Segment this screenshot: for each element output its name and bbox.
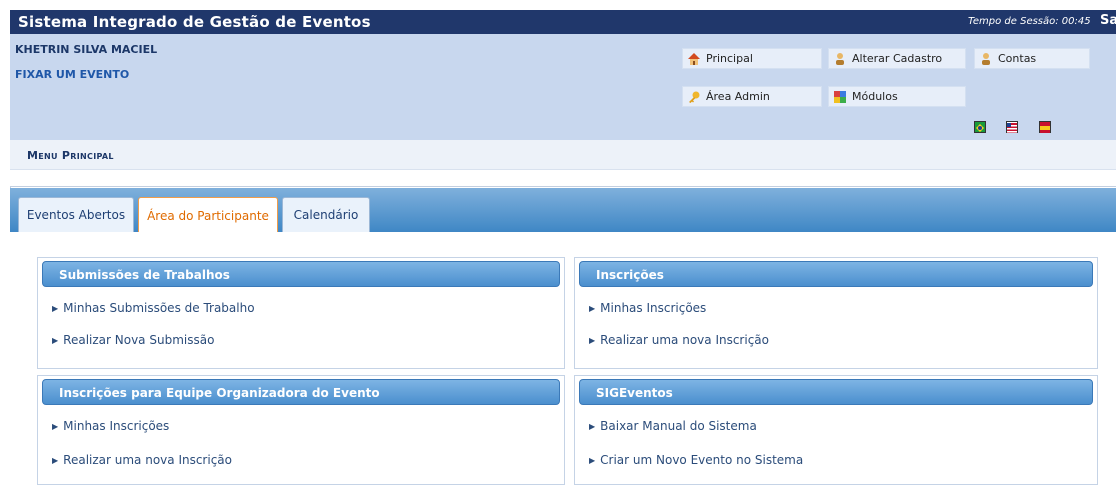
link-label: Minhas Submissões de Trabalho	[63, 301, 255, 315]
arrow-right-icon: ▶	[589, 335, 596, 345]
fix-event-link[interactable]: FIXAR UM EVENTO	[15, 68, 129, 81]
equipe-nova-inscricao-link[interactable]: ▶ Realizar uma nova Inscrição	[52, 453, 232, 467]
nova-submissao-link[interactable]: ▶ Realizar Nova Submissão	[52, 333, 214, 347]
app-title: Sistema Integrado de Gestão de Eventos	[18, 13, 371, 31]
area-admin-label: Área Admin	[706, 90, 770, 103]
session-timer: Tempo de Sessão: 00:45	[968, 16, 1091, 27]
link-label: Criar um Novo Evento no Sistema	[600, 453, 804, 467]
submissoes-panel: Submissões de Trabalhos ▶ Minhas Submiss…	[37, 257, 565, 369]
criar-evento-link[interactable]: ▶ Criar um Novo Evento no Sistema	[589, 453, 803, 467]
arrow-right-icon: ▶	[52, 303, 59, 313]
equipe-panel-title: Inscrições para Equipe Organizadora do E…	[42, 379, 560, 405]
principal-button[interactable]: Principal	[682, 48, 822, 69]
inscricoes-panel: Inscrições ▶ Minhas Inscrições ▶ Realiza…	[574, 257, 1098, 369]
submissoes-panel-title: Submissões de Trabalhos	[42, 261, 560, 287]
arrow-right-icon: ▶	[589, 303, 596, 313]
sigeventos-panel-title: SIGEventos	[579, 379, 1093, 405]
link-label: Baixar Manual do Sistema	[600, 419, 757, 433]
sigeventos-panel: SIGEventos ▶ Baixar Manual do Sistema ▶ …	[574, 375, 1098, 485]
arrow-right-icon: ▶	[52, 455, 59, 465]
user-name: KHETRIN SILVA MACIEL	[15, 43, 158, 56]
exit-link[interactable]: Sair	[1100, 13, 1116, 28]
menu-principal-label: Menu Principal	[27, 149, 114, 162]
inscricoes-panel-title: Inscrições	[579, 261, 1093, 287]
user-icon	[979, 52, 993, 66]
equipe-minhas-inscricoes-link[interactable]: ▶ Minhas Inscrições	[52, 419, 169, 433]
tab-area-participante[interactable]: Área do Participante	[138, 197, 278, 233]
link-label: Realizar Nova Submissão	[63, 333, 215, 347]
user-icon	[833, 52, 847, 66]
usa-flag-icon[interactable]	[1006, 121, 1018, 133]
link-label: Minhas Inscrições	[63, 419, 170, 433]
key-icon	[687, 90, 701, 104]
arrow-right-icon: ▶	[589, 455, 596, 465]
alterar-cadastro-label: Alterar Cadastro	[852, 52, 943, 65]
contas-button[interactable]: Contas	[974, 48, 1090, 69]
tab-calendario[interactable]: Calendário	[282, 197, 370, 232]
nova-inscricao-link[interactable]: ▶ Realizar uma nova Inscrição	[589, 333, 769, 347]
link-label: Realizar uma nova Inscrição	[63, 453, 232, 467]
modulos-button[interactable]: Módulos	[828, 86, 966, 107]
area-admin-button[interactable]: Área Admin	[682, 86, 822, 107]
home-icon	[687, 52, 701, 66]
link-label: Realizar uma nova Inscrição	[600, 333, 769, 347]
modules-icon	[833, 90, 847, 104]
arrow-right-icon: ▶	[589, 421, 596, 431]
contas-label: Contas	[998, 52, 1037, 65]
modulos-label: Módulos	[852, 90, 898, 103]
minhas-submissoes-link[interactable]: ▶ Minhas Submissões de Trabalho	[52, 301, 255, 315]
spain-flag-icon[interactable]	[1039, 121, 1051, 133]
alterar-cadastro-button[interactable]: Alterar Cadastro	[828, 48, 966, 69]
brazil-flag-icon[interactable]	[974, 121, 986, 133]
arrow-right-icon: ▶	[52, 335, 59, 345]
menu-bar: Menu Principal	[10, 140, 1116, 170]
link-label: Minhas Inscrições	[600, 301, 707, 315]
tab-eventos-abertos[interactable]: Eventos Abertos	[18, 197, 134, 232]
principal-label: Principal	[706, 52, 753, 65]
top-bar: Sistema Integrado de Gestão de Eventos T…	[10, 10, 1116, 34]
arrow-right-icon: ▶	[52, 421, 59, 431]
baixar-manual-link[interactable]: ▶ Baixar Manual do Sistema	[589, 419, 757, 433]
minhas-inscricoes-link[interactable]: ▶ Minhas Inscrições	[589, 301, 706, 315]
equipe-panel: Inscrições para Equipe Organizadora do E…	[37, 375, 565, 485]
